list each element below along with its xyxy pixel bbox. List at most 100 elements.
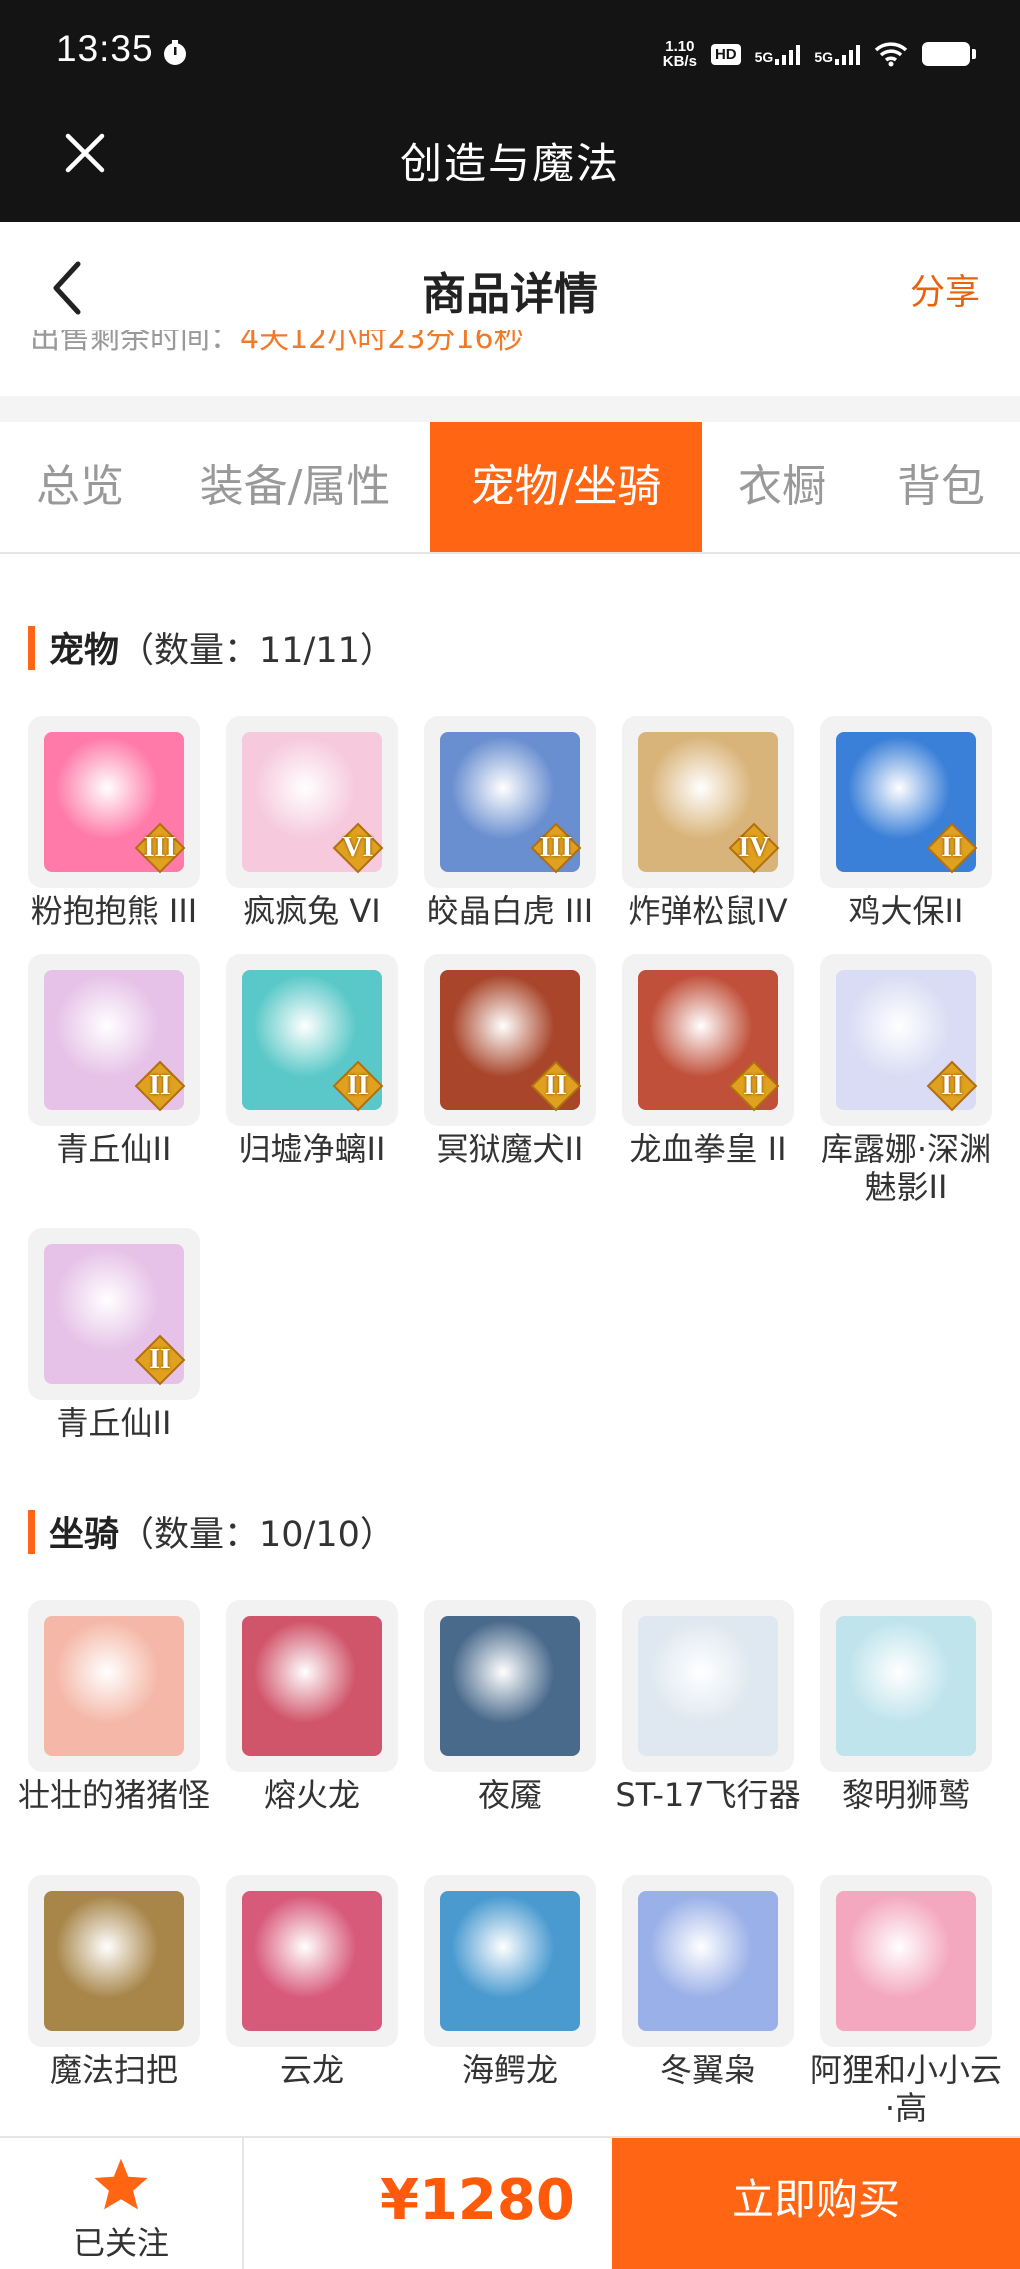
item-image: [638, 1891, 778, 2031]
status-icons: 1.10 KB/s HD 5G 5G: [662, 34, 976, 74]
item-thumbnail: VI: [226, 716, 398, 888]
tier-badge: II: [728, 1060, 780, 1112]
item-name: 夜魇: [477, 1776, 542, 1814]
buy-now-button[interactable]: 立即购买: [612, 2138, 1020, 2269]
pets-section-title: 宠物 （数量：11/11）: [28, 622, 395, 673]
item-thumbnail: II: [424, 954, 596, 1126]
item-thumbnail: [28, 1600, 200, 1772]
bottom-action-bar: 已关注 ¥1280 立即购买: [0, 2136, 1020, 2269]
tab-backpack[interactable]: 背包: [862, 422, 1020, 552]
share-button[interactable]: 分享: [910, 264, 980, 315]
list-item[interactable]: 魔法扫把: [28, 1875, 200, 2089]
list-item[interactable]: 夜魇: [424, 1600, 596, 1814]
list-item[interactable]: 黎明狮鹫: [820, 1600, 992, 1814]
wifi-icon: [874, 42, 908, 67]
list-item[interactable]: 冬翼枭: [622, 1875, 794, 2089]
battery-icon: [922, 42, 976, 66]
list-item[interactable]: 海鳄龙: [424, 1875, 596, 2089]
net-speed: 1.10 KB/s: [662, 38, 697, 70]
list-item[interactable]: II 青丘仙II: [28, 1228, 200, 1442]
tier-label: II: [941, 1070, 963, 1101]
section-marker: [28, 625, 35, 670]
item-thumbnail: [820, 1600, 992, 1772]
tab-equipment[interactable]: 装备/属性: [170, 422, 420, 552]
list-item[interactable]: II 冥狱魔犬II: [424, 954, 596, 1168]
tier-badge: III: [134, 822, 186, 874]
list-item[interactable]: III 皎晶白虎 III: [424, 716, 596, 930]
tier-badge: III: [530, 822, 582, 874]
item-thumbnail: [424, 1600, 596, 1772]
item-name: 鸡大保II: [848, 892, 964, 930]
clock: 13:35: [56, 28, 154, 69]
item-image: [242, 1891, 382, 2031]
item-image: [44, 1616, 184, 1756]
stopwatch-icon: [164, 40, 186, 65]
tab-overview[interactable]: 总览: [0, 422, 160, 552]
tier-label: II: [743, 1070, 765, 1101]
list-item[interactable]: II 龙血拳皇 II: [622, 954, 794, 1168]
tier-badge: II: [530, 1060, 582, 1112]
list-item[interactable]: 壮壮的猪猪怪: [18, 1600, 210, 1814]
list-item[interactable]: II 鸡大保II: [820, 716, 992, 930]
list-item[interactable]: IV 炸弹松鼠IV: [622, 716, 794, 930]
page-title: 商品详情: [422, 269, 598, 320]
item-image: [242, 1616, 382, 1756]
item-image: [836, 1616, 976, 1756]
item-image: [836, 1891, 976, 2031]
follow-button[interactable]: 已关注: [0, 2138, 244, 2269]
list-item[interactable]: II 青丘仙II: [28, 954, 200, 1168]
sale-countdown: 出售剩余时间：4天12小时23分16秒: [30, 330, 524, 360]
item-name: 黎明狮鹫: [841, 1776, 970, 1814]
mounts-title: 坐骑: [49, 1515, 120, 1555]
signal-icon: 5G: [814, 43, 860, 65]
item-thumbnail: II: [28, 1228, 200, 1400]
tab-wardrobe[interactable]: 衣橱: [712, 422, 852, 552]
app-title-bar: 创造与魔法: [0, 108, 1020, 222]
item-name: 熔火龙: [263, 1776, 360, 1814]
tier-label: II: [941, 832, 963, 863]
item-thumbnail: [226, 1600, 398, 1772]
list-item[interactable]: 熔火龙: [226, 1600, 398, 1814]
item-name: 壮壮的猪猪怪: [17, 1776, 210, 1814]
item-thumbnail: [622, 1600, 794, 1772]
mounts-section-title: 坐骑 （数量：10/10）: [28, 1506, 395, 1557]
item-name: ST-17飞行器: [615, 1776, 801, 1814]
item-thumbnail: [226, 1875, 398, 2047]
pets-count: （数量：11/11）: [119, 631, 395, 671]
star-icon: [94, 2158, 148, 2210]
list-item[interactable]: VI 疯疯兔 VI: [226, 716, 398, 930]
item-name: 归墟净螭II: [238, 1130, 386, 1168]
list-item[interactable]: II 归墟净螭II: [226, 954, 398, 1168]
item-thumbnail: [424, 1875, 596, 2047]
list-item[interactable]: 阿狸和小小云·高: [810, 1875, 1002, 2127]
item-name: 阿狸和小小云·高: [809, 2051, 1002, 2127]
item-thumbnail: III: [424, 716, 596, 888]
window-title: 创造与魔法: [399, 139, 620, 188]
list-item[interactable]: III 粉抱抱熊 III: [28, 716, 200, 930]
divider: [0, 396, 1020, 422]
list-item[interactable]: ST-17飞行器: [615, 1600, 801, 1814]
item-thumbnail: [28, 1875, 200, 2047]
item-image: [440, 1891, 580, 2031]
tier-label: VI: [342, 832, 374, 863]
list-item[interactable]: II 库露娜·深渊魅影II: [820, 954, 992, 1206]
price: ¥1280: [380, 2168, 575, 2233]
item-image: [44, 1891, 184, 2031]
tab-pets-mounts[interactable]: 宠物/坐骑: [430, 422, 702, 552]
tier-badge: II: [332, 1060, 384, 1112]
list-item[interactable]: 云龙: [226, 1875, 398, 2089]
tier-label: III: [539, 832, 573, 863]
tab-bar: 总览 装备/属性 宠物/坐骑 衣橱 背包: [0, 422, 1020, 554]
item-name: 库露娜·深渊魅影II: [820, 1130, 992, 1206]
mounts-count: （数量：10/10）: [119, 1515, 395, 1555]
section-marker: [28, 1509, 35, 1554]
tier-label: III: [143, 832, 177, 863]
tier-badge: IV: [728, 822, 780, 874]
item-name: 冥狱魔犬II: [436, 1130, 584, 1168]
countdown-value: 4天12小时23分16秒: [240, 330, 524, 356]
item-name: 海鳄龙: [461, 2051, 558, 2089]
item-thumbnail: II: [622, 954, 794, 1126]
signal-icon: 5G: [755, 43, 801, 65]
tier-label: II: [149, 1070, 171, 1101]
item-name: 疯疯兔 VI: [243, 892, 381, 930]
